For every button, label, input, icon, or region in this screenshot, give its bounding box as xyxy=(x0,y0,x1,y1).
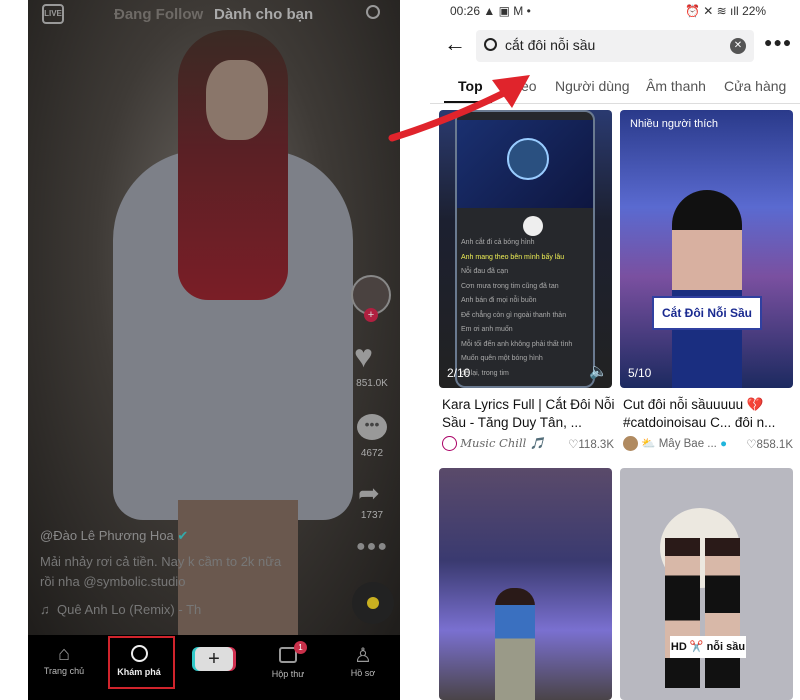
video-caption: Mải nhảy rơi cả tiền. Nay k cầm to 2k nữ… xyxy=(40,554,282,589)
thumbnail: Anh cắt đi cả bóng hình Anh mang theo bên… xyxy=(455,110,595,388)
lyrics-text: Anh cắt đi cả bóng hình Anh mang theo bên… xyxy=(461,239,573,377)
nav-profile[interactable]: ♙ Hồ sơ xyxy=(333,643,393,678)
more-options-icon[interactable]: ●●● xyxy=(764,34,792,50)
shares-count: 1737 xyxy=(360,510,384,521)
author-name[interactable]: @Đào Lê Phương Hoa ✔ xyxy=(40,528,188,544)
bottom-nav: ⌂ Trang chủ Khám phá + Hộp thư 1 ♙ Hồ sơ xyxy=(28,635,400,700)
tab-following[interactable]: Đang Follow xyxy=(114,6,203,23)
tab-users[interactable]: Người dùng xyxy=(555,78,630,94)
status-battery: ⏰ ✕ ≋ ıll 22% xyxy=(685,4,767,18)
nav-inbox[interactable]: Hộp thư xyxy=(258,643,318,679)
clear-icon[interactable]: ✕ xyxy=(730,38,746,54)
popular-badge: Nhiều người thích xyxy=(630,118,718,130)
share-icon[interactable]: ➦ xyxy=(358,478,380,509)
tab-for-you[interactable]: Dành cho bạn xyxy=(214,6,313,23)
status-time: 00:26 ▲ ▣ M • xyxy=(450,4,531,18)
search-icon[interactable] xyxy=(366,5,380,19)
result-card-3[interactable] xyxy=(439,468,612,700)
more-icon[interactable]: ●●● xyxy=(356,538,388,556)
video-subject-face xyxy=(206,60,268,140)
video-overlay-text: Cắt Đôi Nỗi Sầu xyxy=(652,296,762,330)
video-overlay-text: HD ✂️ nỗi sầu xyxy=(670,636,746,658)
music-info[interactable]: ♫ Quê Anh Lo (Remix) - Th xyxy=(40,602,201,617)
heart-outline-icon: ♡ xyxy=(746,439,757,451)
author-avatar[interactable] xyxy=(623,436,638,452)
thumbnail xyxy=(665,538,700,688)
thumbnail xyxy=(672,190,742,388)
likes-count: 851.0K xyxy=(356,378,388,389)
result-card-2[interactable]: Nhiều người thích Cắt Đôi Nỗi Sầu 5/10 xyxy=(620,110,793,388)
annotation-arrow-icon xyxy=(388,75,530,142)
tab-sounds[interactable]: Âm thanh xyxy=(646,78,706,94)
author-name[interactable]: Mây Bae ... xyxy=(659,438,717,450)
verified-icon: ● xyxy=(720,438,728,450)
result-card-4[interactable]: HD ✂️ nỗi sầu xyxy=(620,468,793,700)
heart-icon[interactable]: ♥ xyxy=(354,340,373,372)
home-icon: ⌂ xyxy=(57,643,71,665)
follow-plus-icon[interactable]: + xyxy=(364,308,378,322)
create-button[interactable]: + xyxy=(195,647,233,671)
heart-outline-icon: ♡ xyxy=(568,439,579,451)
inbox-badge: 1 xyxy=(294,641,307,654)
live-label: LIVE xyxy=(44,9,62,18)
result-meta-2: ⛅ Mây Bae ... ● ♡858.1K xyxy=(623,436,793,452)
nav-home[interactable]: ⌂ Trang chủ xyxy=(34,643,94,676)
result-title-1[interactable]: Kara Lyrics Full | Cắt Đôi Nỗi Sầu - Tăn… xyxy=(442,396,617,432)
live-button[interactable]: LIVE xyxy=(42,4,64,24)
thumbnail xyxy=(495,588,535,700)
author-name[interactable]: Music Chill 🎵 xyxy=(460,436,544,450)
sound-icon[interactable]: 🔈 xyxy=(589,362,608,380)
comment-icon[interactable]: ••• xyxy=(357,414,387,440)
slide-counter: 5/10 xyxy=(628,366,652,380)
likes-count: 118.3K xyxy=(578,439,614,451)
result-card-1[interactable]: Anh cắt đi cả bóng hình Anh mang theo bên… xyxy=(439,110,612,388)
profile-icon: ♙ xyxy=(354,645,372,667)
likes-count: 858.1K xyxy=(756,439,793,451)
author-avatar[interactable] xyxy=(442,436,457,452)
music-disc-icon[interactable] xyxy=(352,582,394,624)
result-meta-1: Music Chill 🎵 ♡118.3K xyxy=(442,436,614,452)
plus-icon: + xyxy=(208,648,220,670)
music-note-icon: ♫ xyxy=(40,602,50,617)
tab-shop[interactable]: Cửa hàng xyxy=(724,78,786,94)
left-phone-screen: LIVE Đang Follow Dành cho bạn + ♥ 851.0K… xyxy=(28,0,400,700)
result-title-2[interactable]: Cut đôi nỗi sầuuuuu 💔 #catdoinoisau C...… xyxy=(623,396,798,432)
highlight-box xyxy=(108,636,175,689)
comments-count: 4672 xyxy=(360,448,384,459)
slide-counter: 2/10 xyxy=(447,366,471,380)
verified-icon: ✔ xyxy=(177,528,189,543)
